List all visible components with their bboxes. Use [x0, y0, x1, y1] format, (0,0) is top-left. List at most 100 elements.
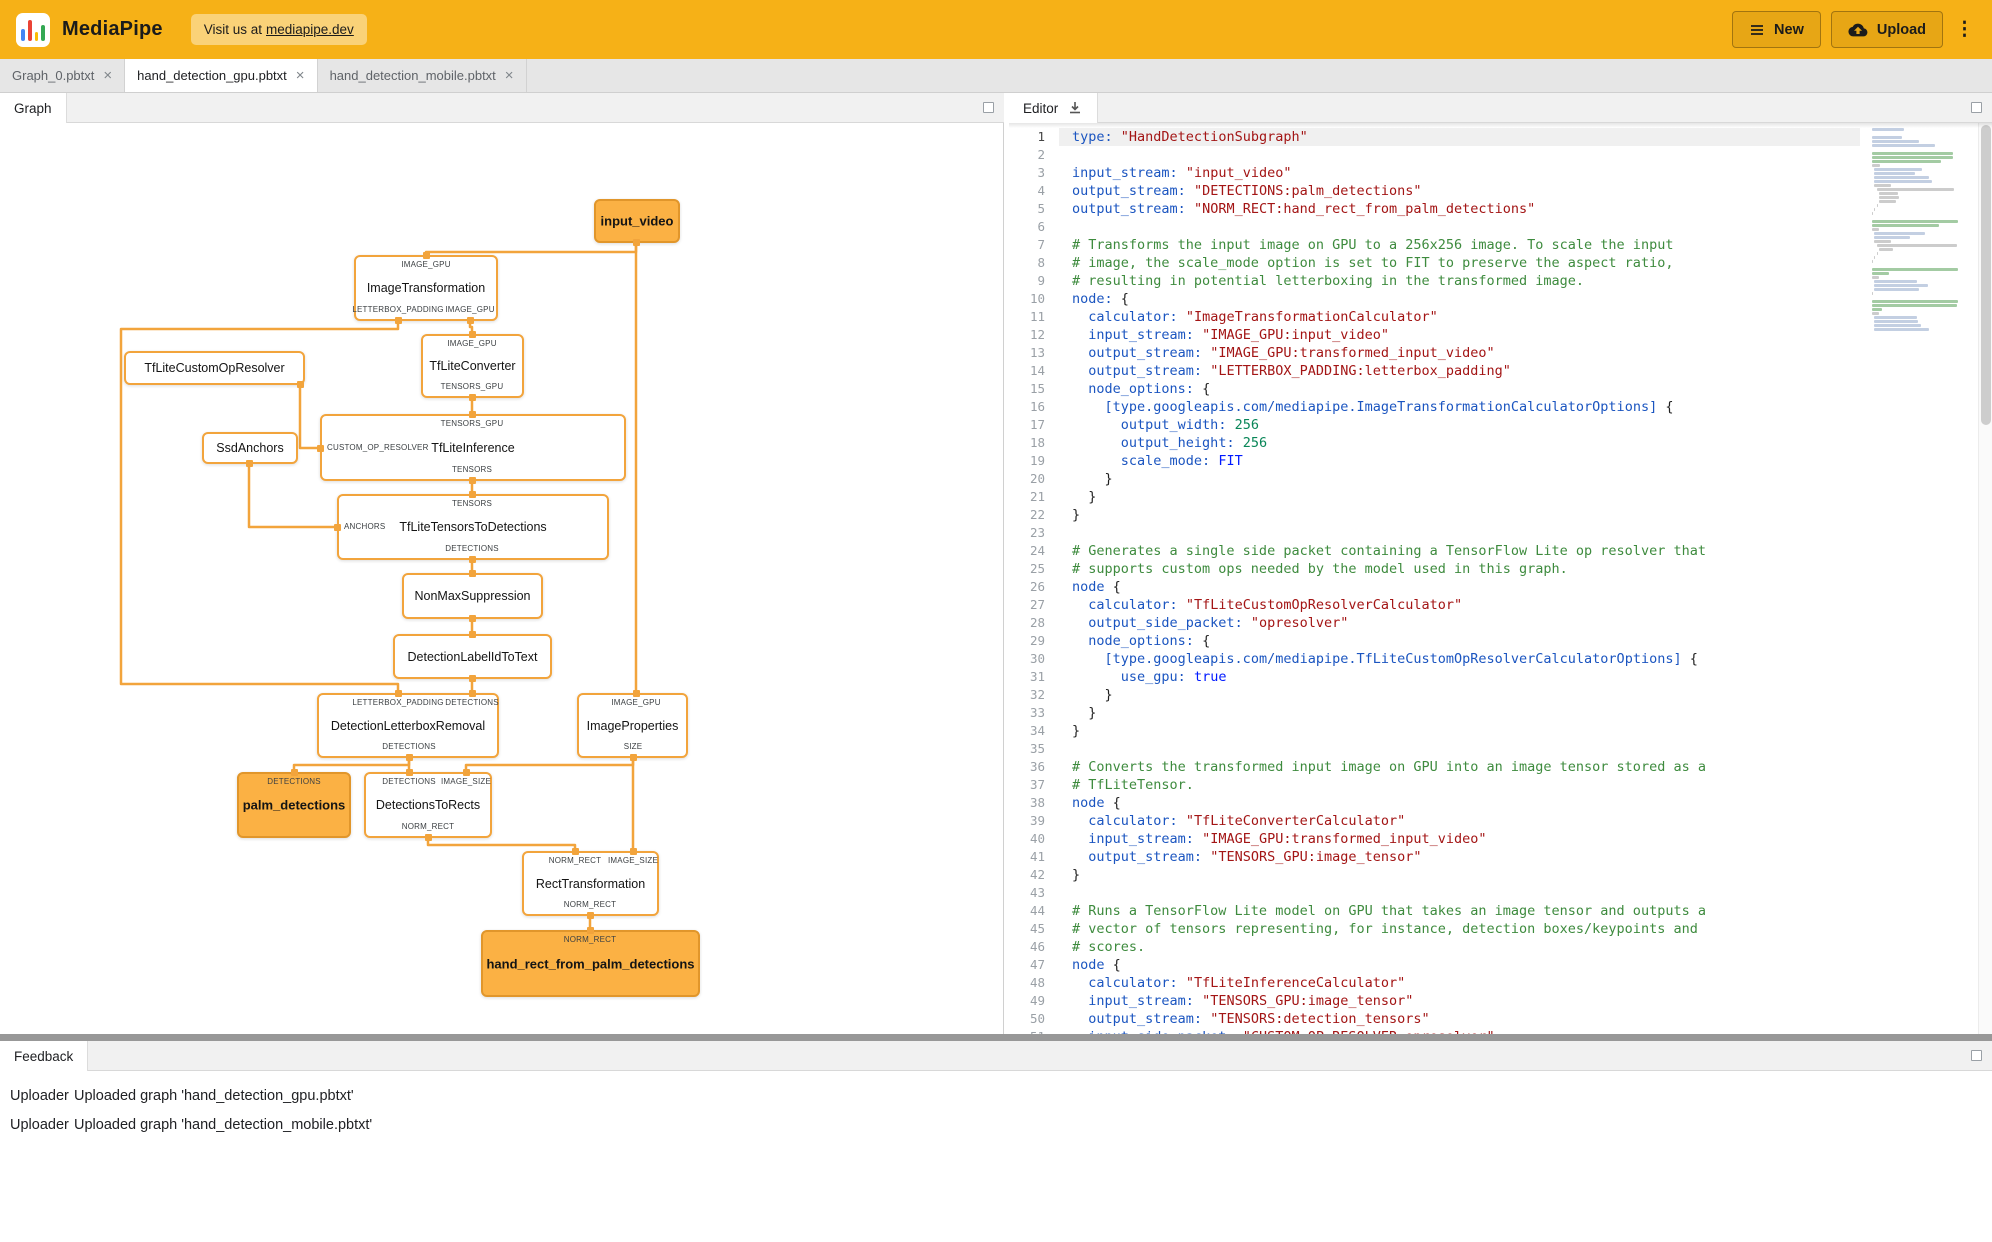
- file-tab[interactable]: Graph_0.pbtxt ×: [0, 59, 126, 92]
- code-line[interactable]: calculator: "TfLiteInferenceCalculator": [1059, 974, 1860, 992]
- line-number[interactable]: 23: [1009, 524, 1059, 542]
- code-line[interactable]: }: [1059, 470, 1860, 488]
- code-line[interactable]: # Runs a TensorFlow Lite model on GPU th…: [1059, 902, 1860, 920]
- line-number[interactable]: 42: [1009, 866, 1059, 884]
- line-number[interactable]: 46: [1009, 938, 1059, 956]
- editor-expand-icon[interactable]: [1971, 102, 1982, 113]
- code-line[interactable]: [type.googleapis.com/mediapipe.ImageTran…: [1059, 398, 1860, 416]
- line-number[interactable]: 40: [1009, 830, 1059, 848]
- line-number[interactable]: 17: [1009, 416, 1059, 434]
- tab-editor[interactable]: Editor: [1009, 93, 1099, 123]
- code-line[interactable]: scale_mode: FIT: [1059, 452, 1860, 470]
- line-number[interactable]: 1: [1009, 128, 1059, 146]
- code-line[interactable]: # supports custom ops needed by the mode…: [1059, 560, 1860, 578]
- kebab-menu-icon[interactable]: ⋮: [1953, 14, 1976, 45]
- mediapipe-link[interactable]: mediapipe.dev: [266, 22, 354, 37]
- code-line[interactable]: output_stream: "TENSORS_GPU:image_tensor…: [1059, 848, 1860, 866]
- line-number[interactable]: 21: [1009, 488, 1059, 506]
- editor-code[interactable]: type: "HandDetectionSubgraph" input_strea…: [1059, 123, 1860, 1034]
- code-line[interactable]: type: "HandDetectionSubgraph": [1059, 128, 1860, 146]
- upload-button[interactable]: Upload: [1830, 11, 1943, 48]
- code-line[interactable]: }: [1059, 488, 1860, 506]
- editor-gutter[interactable]: 1 2 3 4 5 6 7 8 9 10 11 12 13 14 15 16 17 18 19 20 21 22 23 24 2…: [1009, 123, 1059, 1034]
- line-number[interactable]: 22: [1009, 506, 1059, 524]
- code-line[interactable]: node_options: {: [1059, 380, 1860, 398]
- line-number[interactable]: 3: [1009, 164, 1059, 182]
- line-number[interactable]: 18: [1009, 434, 1059, 452]
- line-number[interactable]: 16: [1009, 398, 1059, 416]
- code-line[interactable]: output_stream: "LETTERBOX_PADDING:letter…: [1059, 362, 1860, 380]
- code-line[interactable]: input_stream: "IMAGE_GPU:transformed_inp…: [1059, 830, 1860, 848]
- line-number[interactable]: 32: [1009, 686, 1059, 704]
- line-number[interactable]: 2: [1009, 146, 1059, 164]
- line-number[interactable]: 37: [1009, 776, 1059, 794]
- code-line[interactable]: [1059, 146, 1860, 164]
- line-number[interactable]: 34: [1009, 722, 1059, 740]
- code-line[interactable]: output_stream: "DETECTIONS:palm_detectio…: [1059, 182, 1860, 200]
- scrollbar-thumb[interactable]: [1981, 125, 1991, 425]
- line-number[interactable]: 9: [1009, 272, 1059, 290]
- line-number[interactable]: 35: [1009, 740, 1059, 758]
- code-line[interactable]: output_stream: "NORM_RECT:hand_rect_from…: [1059, 200, 1860, 218]
- tab-feedback[interactable]: Feedback: [0, 1041, 89, 1071]
- tab-graph[interactable]: Graph: [0, 93, 67, 123]
- code-line[interactable]: calculator: "TfLiteConverterCalculator": [1059, 812, 1860, 830]
- line-number[interactable]: 36: [1009, 758, 1059, 776]
- line-number[interactable]: 19: [1009, 452, 1059, 470]
- code-line[interactable]: calculator: "ImageTransformationCalculat…: [1059, 308, 1860, 326]
- graph-node-detection-label-id-to-text[interactable]: DetectionLabelIdToText: [393, 634, 552, 679]
- line-number[interactable]: 49: [1009, 992, 1059, 1010]
- line-number[interactable]: 14: [1009, 362, 1059, 380]
- line-number[interactable]: 27: [1009, 596, 1059, 614]
- new-button[interactable]: New: [1732, 11, 1821, 48]
- graph-expand-icon[interactable]: [983, 102, 994, 113]
- code-line[interactable]: # Generates a single side packet contain…: [1059, 542, 1860, 560]
- line-number[interactable]: 30: [1009, 650, 1059, 668]
- line-number[interactable]: 44: [1009, 902, 1059, 920]
- code-line[interactable]: node_options: {: [1059, 632, 1860, 650]
- line-number[interactable]: 25: [1009, 560, 1059, 578]
- panel-divider[interactable]: [0, 1034, 1992, 1041]
- graph-canvas[interactable]: input_video ImageTransformation IMAGE_GPU L…: [0, 123, 1004, 1034]
- code-line[interactable]: output_width: 256: [1059, 416, 1860, 434]
- line-number[interactable]: 28: [1009, 614, 1059, 632]
- line-number[interactable]: 20: [1009, 470, 1059, 488]
- code-line[interactable]: node {: [1059, 794, 1860, 812]
- line-number[interactable]: 5: [1009, 200, 1059, 218]
- line-number[interactable]: 24: [1009, 542, 1059, 560]
- code-line[interactable]: output_side_packet: "opresolver": [1059, 614, 1860, 632]
- code-line[interactable]: output_stream: "TENSORS:detection_tensor…: [1059, 1010, 1860, 1028]
- line-number[interactable]: 7: [1009, 236, 1059, 254]
- line-number[interactable]: 6: [1009, 218, 1059, 236]
- tab-close-icon[interactable]: ×: [103, 68, 112, 83]
- line-number[interactable]: 8: [1009, 254, 1059, 272]
- line-number[interactable]: 39: [1009, 812, 1059, 830]
- tab-close-icon[interactable]: ×: [505, 68, 514, 83]
- code-line[interactable]: }: [1059, 722, 1860, 740]
- line-number[interactable]: 12: [1009, 326, 1059, 344]
- code-line[interactable]: }: [1059, 866, 1860, 884]
- line-number[interactable]: 13: [1009, 344, 1059, 362]
- code-line[interactable]: [1059, 524, 1860, 542]
- line-number[interactable]: 45: [1009, 920, 1059, 938]
- code-line[interactable]: # vector of tensors representing, for in…: [1059, 920, 1860, 938]
- code-line[interactable]: [1059, 884, 1860, 902]
- line-number[interactable]: 15: [1009, 380, 1059, 398]
- tab-close-icon[interactable]: ×: [296, 68, 305, 83]
- code-line[interactable]: # scores.: [1059, 938, 1860, 956]
- code-line[interactable]: # resulting in potential letterboxing in…: [1059, 272, 1860, 290]
- code-line[interactable]: # image, the scale_mode option is set to…: [1059, 254, 1860, 272]
- line-number[interactable]: 4: [1009, 182, 1059, 200]
- graph-node-input-video[interactable]: input_video: [594, 199, 680, 243]
- line-number[interactable]: 10: [1009, 290, 1059, 308]
- code-line[interactable]: }: [1059, 704, 1860, 722]
- code-line[interactable]: }: [1059, 686, 1860, 704]
- code-line[interactable]: input_stream: "IMAGE_GPU:input_video": [1059, 326, 1860, 344]
- code-line[interactable]: input_stream: "input_video": [1059, 164, 1860, 182]
- code-line[interactable]: # Converts the transformed input image o…: [1059, 758, 1860, 776]
- code-line[interactable]: output_height: 256: [1059, 434, 1860, 452]
- line-number[interactable]: 29: [1009, 632, 1059, 650]
- code-line[interactable]: node {: [1059, 956, 1860, 974]
- code-line[interactable]: input_stream: "TENSORS_GPU:image_tensor": [1059, 992, 1860, 1010]
- code-line[interactable]: [1059, 740, 1860, 758]
